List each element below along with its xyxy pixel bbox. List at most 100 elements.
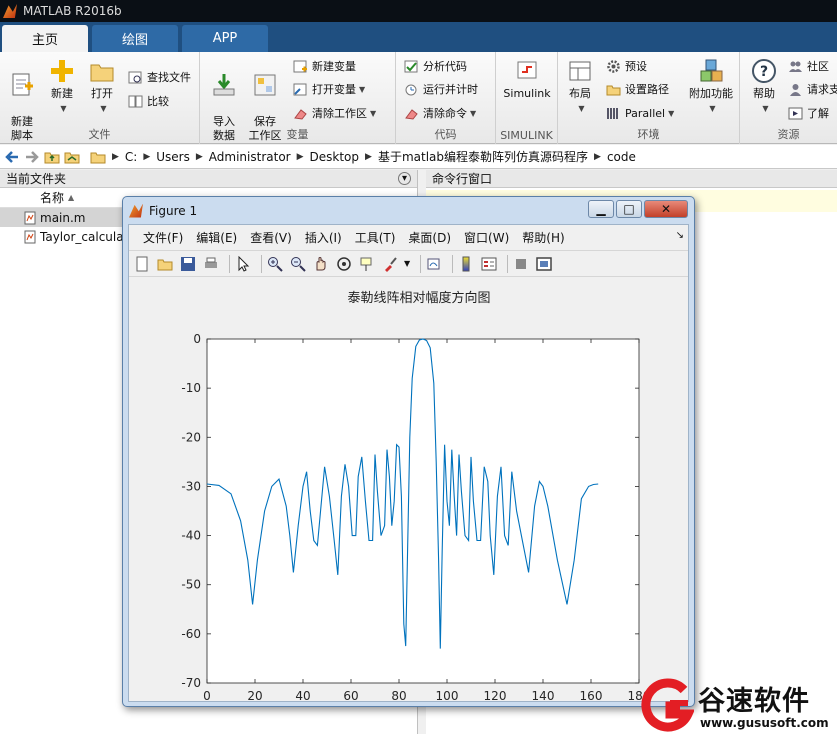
breadcrumb-separator-icon: ▶ (296, 151, 304, 162)
up-folder-icon[interactable] (44, 150, 60, 164)
print-figure-button[interactable] (202, 255, 220, 273)
axes-box (206, 338, 640, 684)
menu-view[interactable]: 查看(V) (250, 229, 292, 246)
pan-button[interactable] (312, 255, 330, 273)
new-button[interactable]: 新建 ▼ (42, 58, 82, 116)
open-variable-button[interactable]: 打开变量 ▼ (293, 78, 365, 100)
request-support-button[interactable]: 请求支 (788, 78, 837, 100)
preferences-button[interactable]: 预设 (606, 55, 647, 77)
menu-edit[interactable]: 编辑(E) (196, 229, 237, 246)
rotate-3d-button[interactable] (335, 255, 353, 273)
y-tick-label: -60 (181, 627, 201, 641)
menu-desktop[interactable]: 桌面(D) (408, 229, 451, 246)
pane-options-icon[interactable]: ▾ (398, 172, 411, 185)
hide-plot-tools-button[interactable] (512, 255, 530, 273)
help-dropdown-icon[interactable]: ▼ (762, 104, 768, 113)
link-plot-icon (427, 258, 440, 269)
zoom-in-button[interactable] (266, 255, 284, 273)
gususoft-logo-icon (641, 678, 694, 732)
pan-hand-icon (316, 256, 326, 270)
menu-file[interactable]: 文件(F) (143, 229, 183, 246)
rotate-3d-icon (337, 256, 351, 271)
breadcrumb-administrator[interactable]: Administrator (209, 150, 291, 164)
clear-commands-dropdown-icon[interactable]: ▼ (470, 109, 476, 118)
new-variable-button[interactable]: 新建变量 (293, 55, 356, 77)
simulink-button[interactable]: Simulink (502, 58, 552, 101)
clear-commands-button[interactable]: 清除命令 ▼ (404, 102, 476, 124)
open-variable-dropdown-icon[interactable]: ▼ (359, 85, 365, 94)
y-tick-label: -20 (181, 430, 201, 444)
help-button[interactable]: ? 帮助 ▼ (744, 58, 784, 116)
open-file-button[interactable] (156, 255, 174, 273)
x-tick-label: 40 (295, 689, 310, 701)
browse-folder-icon[interactable] (64, 150, 80, 164)
layout-dropdown-icon[interactable]: ▼ (578, 104, 584, 113)
breadcrumb-desktop[interactable]: Desktop (310, 150, 360, 164)
addons-dropdown-icon[interactable]: ▼ (709, 104, 715, 113)
insert-legend-button[interactable] (480, 255, 498, 273)
dock-figure-icon[interactable]: ↘ (676, 230, 684, 241)
menu-tools[interactable]: 工具(T) (355, 229, 396, 246)
ribbon-section-file: 新建 脚本 新建 ▼ 打开 ▼ 查找文件 比较 文件 (0, 52, 200, 144)
open-button[interactable]: 打开 ▼ (82, 58, 122, 116)
close-icon: ✕ (660, 202, 672, 216)
figure-client-area: 文件(F) 编辑(E) 查看(V) 插入(I) 工具(T) 桌面(D) 窗口(W… (128, 224, 689, 703)
brush-button[interactable] (381, 255, 399, 273)
set-path-icon (606, 85, 621, 95)
zoom-out-button[interactable] (289, 255, 307, 273)
find-files-button[interactable]: 查找文件 (128, 66, 191, 88)
tab-apps[interactable]: APP (182, 25, 268, 52)
menu-help[interactable]: 帮助(H) (522, 229, 564, 246)
back-arrow-icon[interactable] (4, 150, 20, 164)
breadcrumb-project-folder[interactable]: 基于matlab编程泰勒阵列仿真源码程序 (378, 148, 588, 165)
parallel-button[interactable]: Parallel ▼ (606, 102, 674, 124)
figure-title: Figure 1 (149, 203, 198, 218)
clear-workspace-button[interactable]: 清除工作区 ▼ (293, 102, 376, 124)
clear-workspace-dropdown-icon[interactable]: ▼ (370, 109, 376, 118)
addons-button[interactable]: 附加功能 ▼ (684, 58, 738, 116)
open-folder-icon (157, 259, 173, 270)
menu-insert[interactable]: 插入(I) (305, 229, 342, 246)
x-tick-label: 100 (436, 689, 459, 701)
show-plot-tools-button[interactable] (535, 255, 553, 273)
data-cursor-button[interactable] (358, 255, 376, 273)
new-dropdown-icon[interactable]: ▼ (60, 104, 66, 113)
find-files-icon (128, 71, 142, 83)
save-figure-button[interactable] (179, 255, 197, 273)
breadcrumb-c[interactable]: C: (125, 150, 137, 164)
colorbar-icon (462, 256, 470, 271)
maximize-button[interactable]: □ (616, 200, 642, 218)
y-tick-label: -70 (181, 676, 201, 690)
edit-plot-button[interactable] (234, 255, 252, 273)
breadcrumb-users[interactable]: Users (156, 150, 190, 164)
section-label-simulink: SIMULINK (500, 129, 553, 142)
analyze-code-button[interactable]: 分析代码 (404, 55, 467, 77)
minimize-button[interactable]: ▁ (588, 200, 614, 218)
tab-plots[interactable]: 绘图 (92, 25, 178, 52)
help-label: 帮助 (753, 87, 775, 100)
brush-dropdown-icon[interactable]: ▼ (404, 259, 410, 268)
plot-area: 泰勒线阵相对幅度方向图 0 20 40 60 80 100 120 140 160 180 0 -1… (129, 277, 688, 703)
community-button[interactable]: 社区 (788, 55, 829, 77)
addons-label: 附加功能 (689, 87, 733, 100)
open-dropdown-icon[interactable]: ▼ (100, 104, 106, 113)
radiation-pattern-chart[interactable]: 泰勒线阵相对幅度方向图 0 20 40 60 80 100 120 140 160 180 0-1… (129, 277, 688, 703)
new-figure-button[interactable] (133, 255, 151, 273)
tab-home[interactable]: 主页 (2, 25, 88, 52)
run-and-time-button[interactable]: 运行并计时 (404, 78, 478, 100)
menu-window[interactable]: 窗口(W) (464, 229, 509, 246)
compare-icon (128, 95, 143, 107)
insert-colorbar-button[interactable] (457, 255, 475, 273)
set-path-button[interactable]: 设置路径 (606, 78, 669, 100)
layout-button[interactable]: 布局 ▼ (560, 58, 600, 116)
figure-titlebar[interactable]: Figure 1 ▁ □ ✕ (123, 197, 694, 224)
learn-button[interactable]: 了解 (788, 102, 829, 124)
close-button[interactable]: ✕ (644, 200, 688, 218)
pointer-arrow-icon (238, 255, 250, 272)
breadcrumb-code[interactable]: code (607, 150, 636, 164)
forward-arrow-icon[interactable] (24, 150, 40, 164)
parallel-dropdown-icon[interactable]: ▼ (668, 109, 674, 118)
compare-button[interactable]: 比较 (128, 90, 169, 112)
file-name-main: main.m (40, 210, 86, 225)
link-plot-button[interactable] (425, 255, 443, 273)
